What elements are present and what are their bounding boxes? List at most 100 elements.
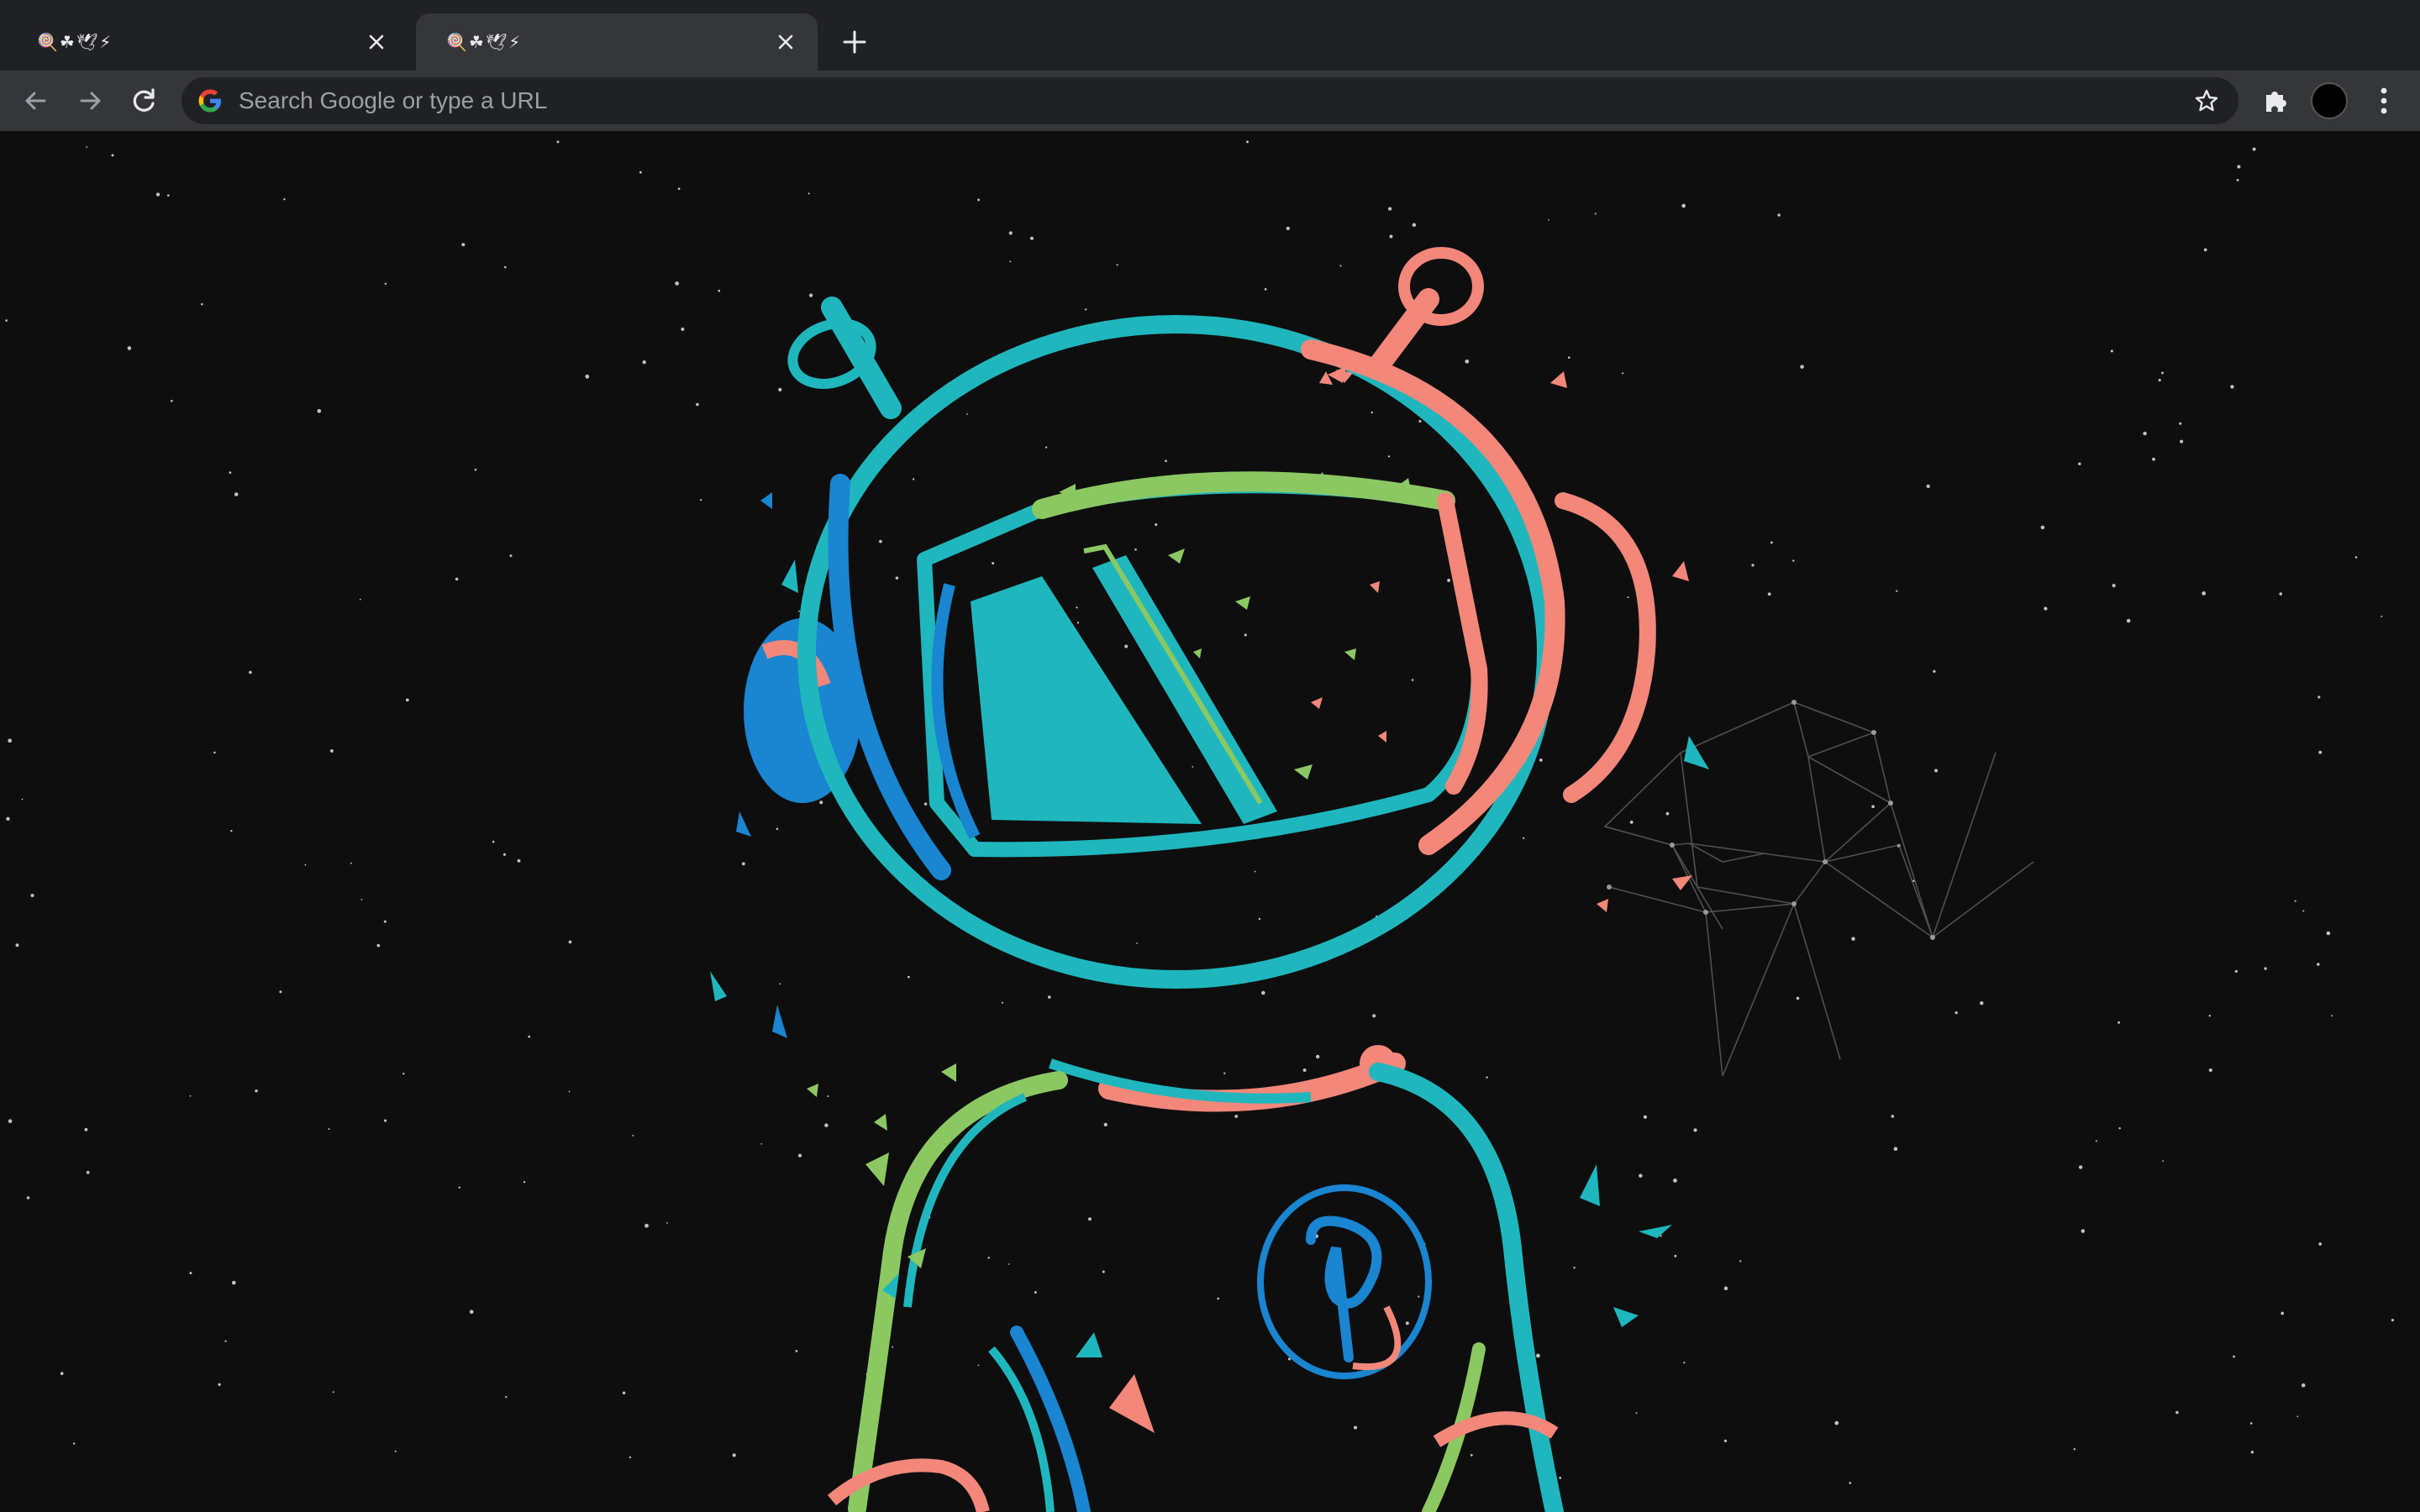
star-dot [696, 402, 699, 407]
astronaut-illustration [5, 140, 2394, 1512]
star-dot [827, 1095, 829, 1098]
star-dot [155, 192, 160, 197]
star-dot [1643, 1115, 1648, 1119]
star-dot [394, 1450, 397, 1452]
star-dot [2161, 371, 2164, 375]
star-dot [523, 1181, 526, 1184]
omnibox[interactable]: Search Google or type a URL [182, 77, 2238, 124]
star-dot [2252, 147, 2256, 151]
star-dot [2230, 385, 2234, 389]
star-dot [234, 492, 239, 496]
star-dot [1244, 633, 1247, 637]
star-icon[interactable] [2193, 87, 2220, 114]
tab-active[interactable]: 🍭☘🕊⚡ [416, 13, 818, 71]
star-dot [700, 498, 702, 501]
star-dot [1447, 578, 1451, 582]
tab-title: 🍭☘🕊⚡ [446, 32, 523, 52]
star-dot [1007, 1263, 1010, 1265]
star-dot [201, 302, 203, 306]
star-dot [2162, 1160, 2164, 1163]
star-dot [279, 990, 282, 994]
star-dot [666, 1222, 668, 1224]
star-dot [1693, 1128, 1697, 1132]
star-dot [1622, 372, 1624, 375]
kebab-menu-icon[interactable] [2365, 82, 2402, 119]
star-dot [2118, 1021, 2121, 1024]
star-dot [1536, 1353, 1540, 1358]
star-dot [21, 798, 24, 801]
star-dot [2158, 379, 2161, 382]
star-dot [1723, 1286, 1728, 1291]
star-dot [797, 610, 800, 612]
plus-icon[interactable] [838, 25, 871, 59]
star-dot [1594, 213, 1597, 215]
star-dot [1933, 669, 1936, 673]
star-dot [384, 282, 387, 285]
star-dot [1893, 1147, 1898, 1151]
star-dot [1470, 1454, 1473, 1457]
star-dot [111, 154, 114, 157]
star-dot [808, 293, 813, 297]
star-dot [1405, 1321, 1409, 1326]
star-dot [677, 187, 681, 191]
star-dot [1124, 644, 1128, 648]
star-dot [1674, 1254, 1677, 1257]
star-dot [249, 670, 252, 675]
star-dot [629, 1456, 632, 1459]
close-icon[interactable] [363, 29, 390, 55]
puzzle-icon[interactable] [2257, 82, 2294, 119]
reload-icon[interactable] [126, 82, 163, 119]
star-dot [1412, 223, 1417, 228]
star-dot [2234, 969, 2238, 974]
google-logo-icon [197, 87, 224, 114]
star-dot [1223, 1072, 1226, 1074]
tab-strip: 🍭☘🕊⚡ 🍭☘🕊⚡ [0, 0, 2420, 71]
star-dot [1009, 260, 1012, 263]
arrow-right-icon[interactable] [72, 82, 109, 119]
star-dot [8, 738, 13, 743]
star-dot [502, 853, 507, 856]
star-dot [2126, 618, 2131, 623]
star-dot [2073, 1448, 2076, 1451]
star-dot [2175, 1410, 2179, 1415]
star-dot [504, 265, 507, 269]
star-dot [1116, 264, 1118, 266]
star-dot [879, 539, 882, 543]
star-dot [5, 319, 8, 322]
star-dot [1370, 411, 1373, 414]
star-dot [8, 1119, 13, 1123]
star-dot [1723, 1439, 1728, 1443]
star-dot [1523, 837, 1525, 839]
star-dot [224, 1340, 227, 1342]
star-dot [2236, 178, 2239, 181]
star-dot [1796, 996, 1800, 1000]
star-dot [795, 1350, 798, 1352]
arrow-left-icon[interactable] [17, 82, 54, 119]
star-dot [987, 1257, 990, 1259]
star-dot [383, 920, 387, 923]
star-dot [1834, 1420, 1839, 1425]
star-dot [2040, 525, 2045, 530]
star-dot [359, 598, 361, 601]
star-dot [1254, 870, 1256, 873]
star-dot [1926, 484, 1930, 489]
star-dot [2110, 349, 2113, 353]
star-dot [2078, 1165, 2083, 1169]
star-dot [1353, 1425, 1358, 1430]
star-dot [2152, 457, 2155, 461]
star-dot [1739, 1260, 1742, 1263]
star-dot [622, 1391, 626, 1395]
star-dot [1777, 213, 1781, 217]
star-dot [1134, 548, 1137, 551]
star-dot [2381, 615, 2383, 617]
star-dot [230, 829, 233, 832]
star-dot [1683, 1362, 1686, 1364]
star-dot [2317, 963, 2320, 966]
avatar[interactable] [2311, 82, 2348, 119]
tab-inactive[interactable]: 🍭☘🕊⚡ [7, 13, 408, 71]
star-dot [1673, 1179, 1677, 1183]
star-dot [2279, 592, 2282, 596]
close-icon[interactable] [772, 29, 799, 55]
star-dot [681, 327, 685, 331]
star-dot [213, 751, 216, 754]
